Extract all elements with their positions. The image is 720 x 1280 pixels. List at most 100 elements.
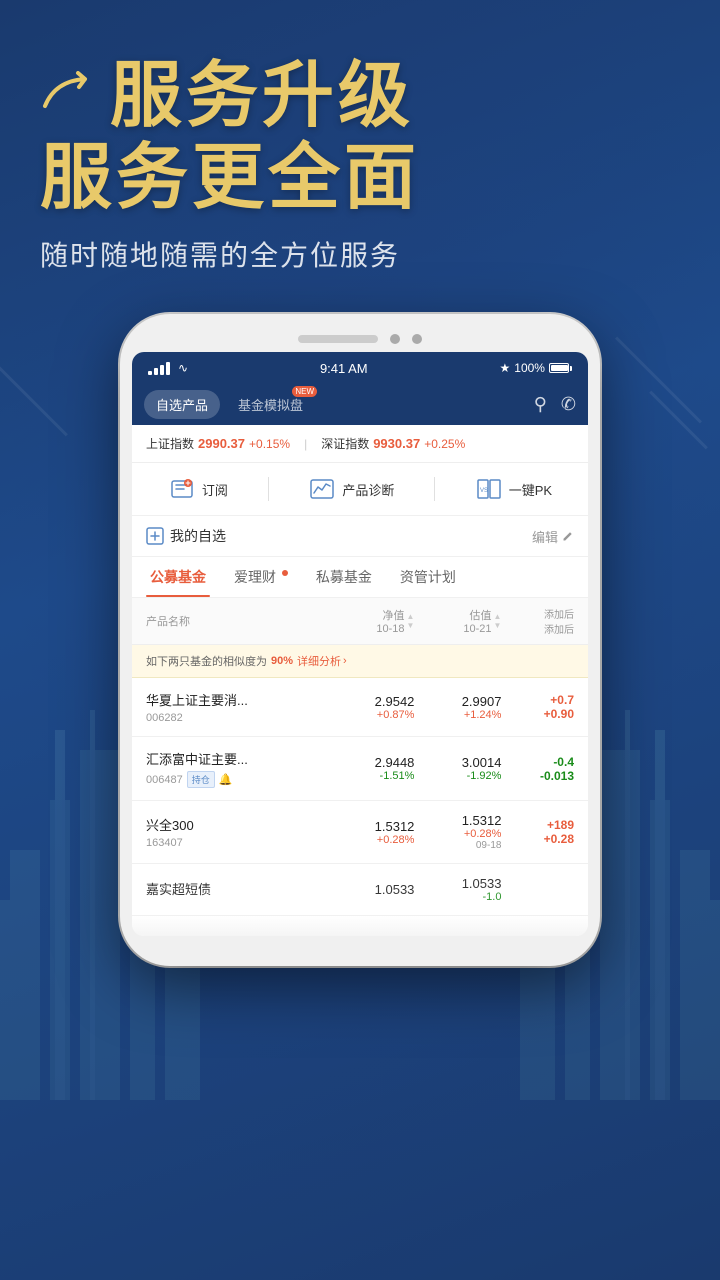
edit-icon bbox=[562, 530, 574, 542]
signal-bar-3 bbox=[160, 365, 164, 375]
index-ticker: 上证指数 2990.37 +0.15% | 深证指数 9930.37 +0.25… bbox=[132, 425, 588, 463]
table-header: 产品名称 净值 10-18 ▲ ▼ 估值 10-21 bbox=[132, 598, 588, 645]
signal-bar-4 bbox=[166, 362, 170, 375]
fund-info-4: 嘉实超短债 bbox=[146, 879, 327, 901]
sh-index-name: 上证指数 bbox=[146, 435, 194, 452]
headset-icon[interactable]: ✆ bbox=[561, 394, 576, 415]
camera-dot bbox=[390, 334, 400, 344]
fund-nav-4: 1.0533 bbox=[327, 882, 414, 897]
sz-index-change: +0.25% bbox=[424, 437, 465, 451]
status-bar: ∿ 9:41 AM ★ 100% bbox=[132, 352, 588, 384]
fund-nav-1: 2.9542 +0.87% bbox=[327, 694, 414, 721]
est-sort-arrows[interactable]: ▲ ▼ bbox=[494, 613, 502, 630]
diagnose-icon bbox=[308, 475, 336, 503]
favorites-title: 我的自选 bbox=[146, 526, 226, 546]
status-right: ★ 100% bbox=[500, 361, 572, 375]
pk-icon: VS bbox=[475, 475, 503, 503]
action-pk[interactable]: VS 一键PK bbox=[475, 475, 552, 503]
phone-container: ∿ 9:41 AM ★ 100% bbox=[0, 314, 720, 966]
action-diagnose[interactable]: 产品诊断 bbox=[308, 475, 394, 503]
phone-screen: ∿ 9:41 AM ★ 100% bbox=[132, 352, 588, 936]
fund-info-1: 华夏上证主要消... 006282 bbox=[146, 690, 327, 724]
fund-code-3: 163407 bbox=[146, 837, 183, 849]
fund-code-row-1: 006282 bbox=[146, 712, 327, 724]
th-add: 添加后 添加后 bbox=[501, 606, 574, 636]
action-divider-1 bbox=[268, 477, 269, 501]
nav-tab-jijin[interactable]: 基金模拟盘 NEW bbox=[226, 390, 315, 419]
nav-tab-zixuan[interactable]: 自选产品 bbox=[144, 390, 220, 419]
hold-badge-2: 持仓 bbox=[187, 771, 215, 788]
header-section: 服务升级 服务更全面 随时随地随需的全方位服务 bbox=[0, 0, 720, 294]
fund-row-2[interactable]: 汇添富中证主要... 006487 持仓 🔔 2.9448 -1.51% 3.0… bbox=[132, 737, 588, 801]
fund-add-2: -0.4 -0.013 bbox=[501, 755, 574, 783]
cat-tab-simu[interactable]: 私募基金 bbox=[312, 557, 376, 597]
nav-sort-arrows[interactable]: ▲ ▼ bbox=[406, 613, 414, 630]
cat-tab-aili[interactable]: 爱理财 bbox=[230, 557, 292, 597]
nav-icons: ⚲ ✆ bbox=[534, 394, 576, 415]
fund-code-1: 006282 bbox=[146, 712, 183, 724]
hero-title-row1: 服务升级 bbox=[40, 60, 680, 132]
fund-name-2: 汇添富中证主要... bbox=[146, 749, 327, 768]
fund-est-4: 1.0533 -1.0 bbox=[414, 876, 501, 903]
similarity-link[interactable]: 详细分析 › bbox=[297, 653, 347, 669]
phone-top-bar bbox=[132, 334, 588, 344]
sh-index: 上证指数 2990.37 +0.15% bbox=[146, 435, 290, 452]
fund-row-1[interactable]: 华夏上证主要消... 006282 2.9542 +0.87% 2.9907 +… bbox=[132, 678, 588, 737]
sh-index-change: +0.15% bbox=[249, 437, 290, 451]
hero-title-line2: 服务更全面 bbox=[40, 138, 420, 218]
new-badge: NEW bbox=[292, 386, 317, 397]
fund-list: 华夏上证主要消... 006282 2.9542 +0.87% 2.9907 +… bbox=[132, 678, 588, 916]
signal-bars bbox=[148, 361, 170, 375]
fund-name-1: 华夏上证主要消... bbox=[146, 690, 327, 709]
subscribe-label: 订阅 bbox=[202, 480, 228, 499]
sz-index-value: 9930.37 bbox=[373, 436, 420, 451]
star-icon bbox=[146, 527, 164, 545]
favorites-title-text: 我的自选 bbox=[170, 526, 226, 546]
bell-icon-2: 🔔 bbox=[219, 773, 233, 786]
search-icon[interactable]: ⚲ bbox=[534, 394, 547, 415]
sz-index-name: 深证指数 bbox=[321, 435, 369, 452]
signal-bar-2 bbox=[154, 368, 158, 375]
wifi-icon: ∿ bbox=[178, 361, 188, 375]
fund-info-2: 汇添富中证主要... 006487 持仓 🔔 bbox=[146, 749, 327, 788]
fund-name-3: 兴全300 bbox=[146, 815, 327, 834]
speaker-grill bbox=[298, 335, 378, 343]
sh-index-value: 2990.37 bbox=[198, 436, 245, 451]
cat-tab-gongmu[interactable]: 公募基金 bbox=[146, 557, 210, 597]
fund-nav-2: 2.9448 -1.51% bbox=[327, 755, 414, 782]
similarity-pct: 90% bbox=[271, 655, 293, 667]
hero-title-row2: 服务更全面 bbox=[40, 142, 680, 214]
action-subscribe[interactable]: 订阅 bbox=[168, 475, 228, 503]
cat-tab-ziguan[interactable]: 资管计划 bbox=[396, 557, 460, 597]
fund-code-row-3: 163407 bbox=[146, 837, 327, 849]
fund-name-4: 嘉实超短债 bbox=[146, 879, 327, 898]
fund-code-row-2: 006487 持仓 🔔 bbox=[146, 771, 327, 788]
pk-label: 一键PK bbox=[509, 480, 552, 499]
fund-row-3[interactable]: 兴全300 163407 1.5312 +0.28% 1.5312 +0.28%… bbox=[132, 801, 588, 864]
app-nav: 自选产品 基金模拟盘 NEW ⚲ ✆ bbox=[132, 384, 588, 425]
bluetooth-icon: ★ bbox=[500, 361, 511, 375]
similarity-text: 如下两只基金的相似度为 bbox=[146, 653, 267, 669]
phone-mockup: ∿ 9:41 AM ★ 100% bbox=[120, 314, 600, 966]
camera-dot-2 bbox=[412, 334, 422, 344]
fund-code-2: 006487 bbox=[146, 774, 183, 786]
favorites-header: 我的自选 编辑 bbox=[132, 516, 588, 557]
fund-add-1: +0.7 +0.90 bbox=[501, 693, 574, 721]
fund-row-4[interactable]: 嘉实超短债 1.0533 1.0533 -1.0 bbox=[132, 864, 588, 916]
th-nav: 净值 10-18 ▲ ▼ bbox=[327, 607, 414, 635]
action-divider-2 bbox=[434, 477, 435, 501]
signal-bar-1 bbox=[148, 371, 152, 375]
subscribe-icon bbox=[168, 475, 196, 503]
th-product-name: 产品名称 bbox=[146, 613, 327, 629]
status-left: ∿ bbox=[148, 361, 188, 375]
fund-nav-3: 1.5312 +0.28% bbox=[327, 819, 414, 846]
battery-body bbox=[549, 363, 569, 373]
hero-title-line1: 服务升级 bbox=[110, 60, 414, 132]
edit-button[interactable]: 编辑 bbox=[532, 527, 574, 546]
battery-icon bbox=[549, 363, 572, 373]
index-divider: | bbox=[304, 437, 307, 451]
similarity-notice: 如下两只基金的相似度为 90% 详细分析 › bbox=[132, 645, 588, 678]
svg-text:VS: VS bbox=[480, 488, 488, 494]
battery-fill bbox=[551, 365, 568, 371]
quick-actions: 订阅 产品诊断 VS 一键PK bbox=[132, 463, 588, 516]
